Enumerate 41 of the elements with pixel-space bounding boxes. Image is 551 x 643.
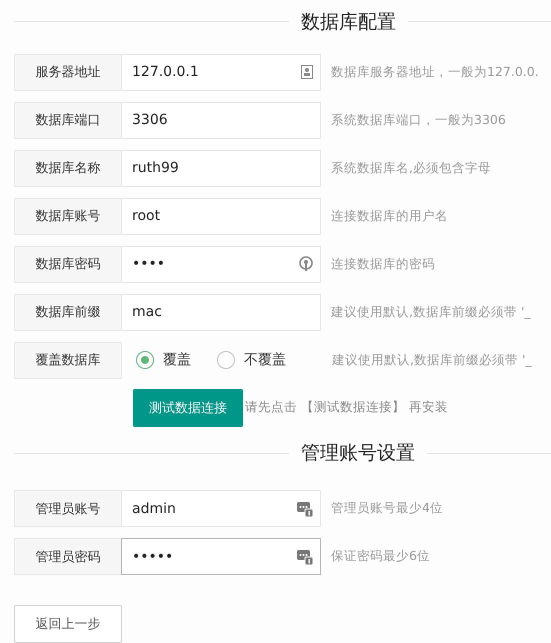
input-field[interactable]: mac [121, 294, 321, 331]
section-title: 数据库配置 [301, 10, 396, 35]
field-label: 数据库前缀 [14, 294, 122, 331]
field-hint: 保证密码最少6位 [331, 548, 430, 565]
field-hint: 连接数据库的密码 [331, 256, 435, 273]
radio-label: 不覆盖 [244, 351, 286, 370]
input-field[interactable]: •••• [121, 246, 321, 283]
section-title: 管理账号设置 [301, 441, 415, 466]
field-label: 数据库名称 [14, 150, 122, 187]
test-connection-button[interactable]: 测试数据连接 [133, 388, 243, 427]
field-hint: 管理员账号最少4位 [331, 500, 443, 517]
input-field[interactable]: admin [121, 490, 321, 527]
input-field[interactable]: ••••• [121, 538, 321, 575]
input-field[interactable]: root [121, 198, 321, 235]
radio-button[interactable] [217, 351, 235, 370]
radio-option[interactable]: 覆盖 [136, 351, 191, 370]
field-label: 数据库账号 [14, 198, 122, 235]
input-field[interactable]: 127.0.0.1 [121, 54, 321, 91]
radio-button[interactable] [136, 351, 154, 370]
field-hint: 建议使用默认,数据库前缀必须带 '_ [332, 352, 532, 369]
input-field[interactable]: 3306 [121, 102, 321, 139]
field-hint: 建议使用默认,数据库前缀必须带 '_ [331, 304, 531, 321]
keypad-icon [297, 500, 313, 516]
input-field[interactable]: ruth99 [121, 150, 321, 187]
field-hint: 系统数据库名,必须包含字母 [331, 160, 491, 177]
field-label: 覆盖数据库 [14, 342, 122, 379]
install-note: 请先点击 【测试数据连接】 再安装 [245, 399, 448, 416]
field-label: 数据库密码 [14, 246, 122, 283]
radio-option[interactable]: 不覆盖 [217, 351, 286, 370]
field-hint: 连接数据库的用户名 [331, 208, 448, 225]
field-hint: 数据库服务器地址，一般为127.0.0. [331, 64, 539, 81]
field-label: 服务器地址 [14, 54, 122, 91]
back-button[interactable]: 返回上一步 [14, 605, 122, 643]
field-hint: 系统数据库端口，一般为3306 [331, 112, 506, 129]
field-label: 数据库端口 [14, 102, 122, 139]
contact-card-icon [301, 65, 313, 80]
field-label: 管理员账号 [14, 490, 122, 527]
radio-label: 覆盖 [163, 351, 191, 370]
key-icon [299, 256, 313, 272]
field-label: 管理员密码 [14, 538, 122, 575]
keypad-icon [297, 548, 313, 564]
